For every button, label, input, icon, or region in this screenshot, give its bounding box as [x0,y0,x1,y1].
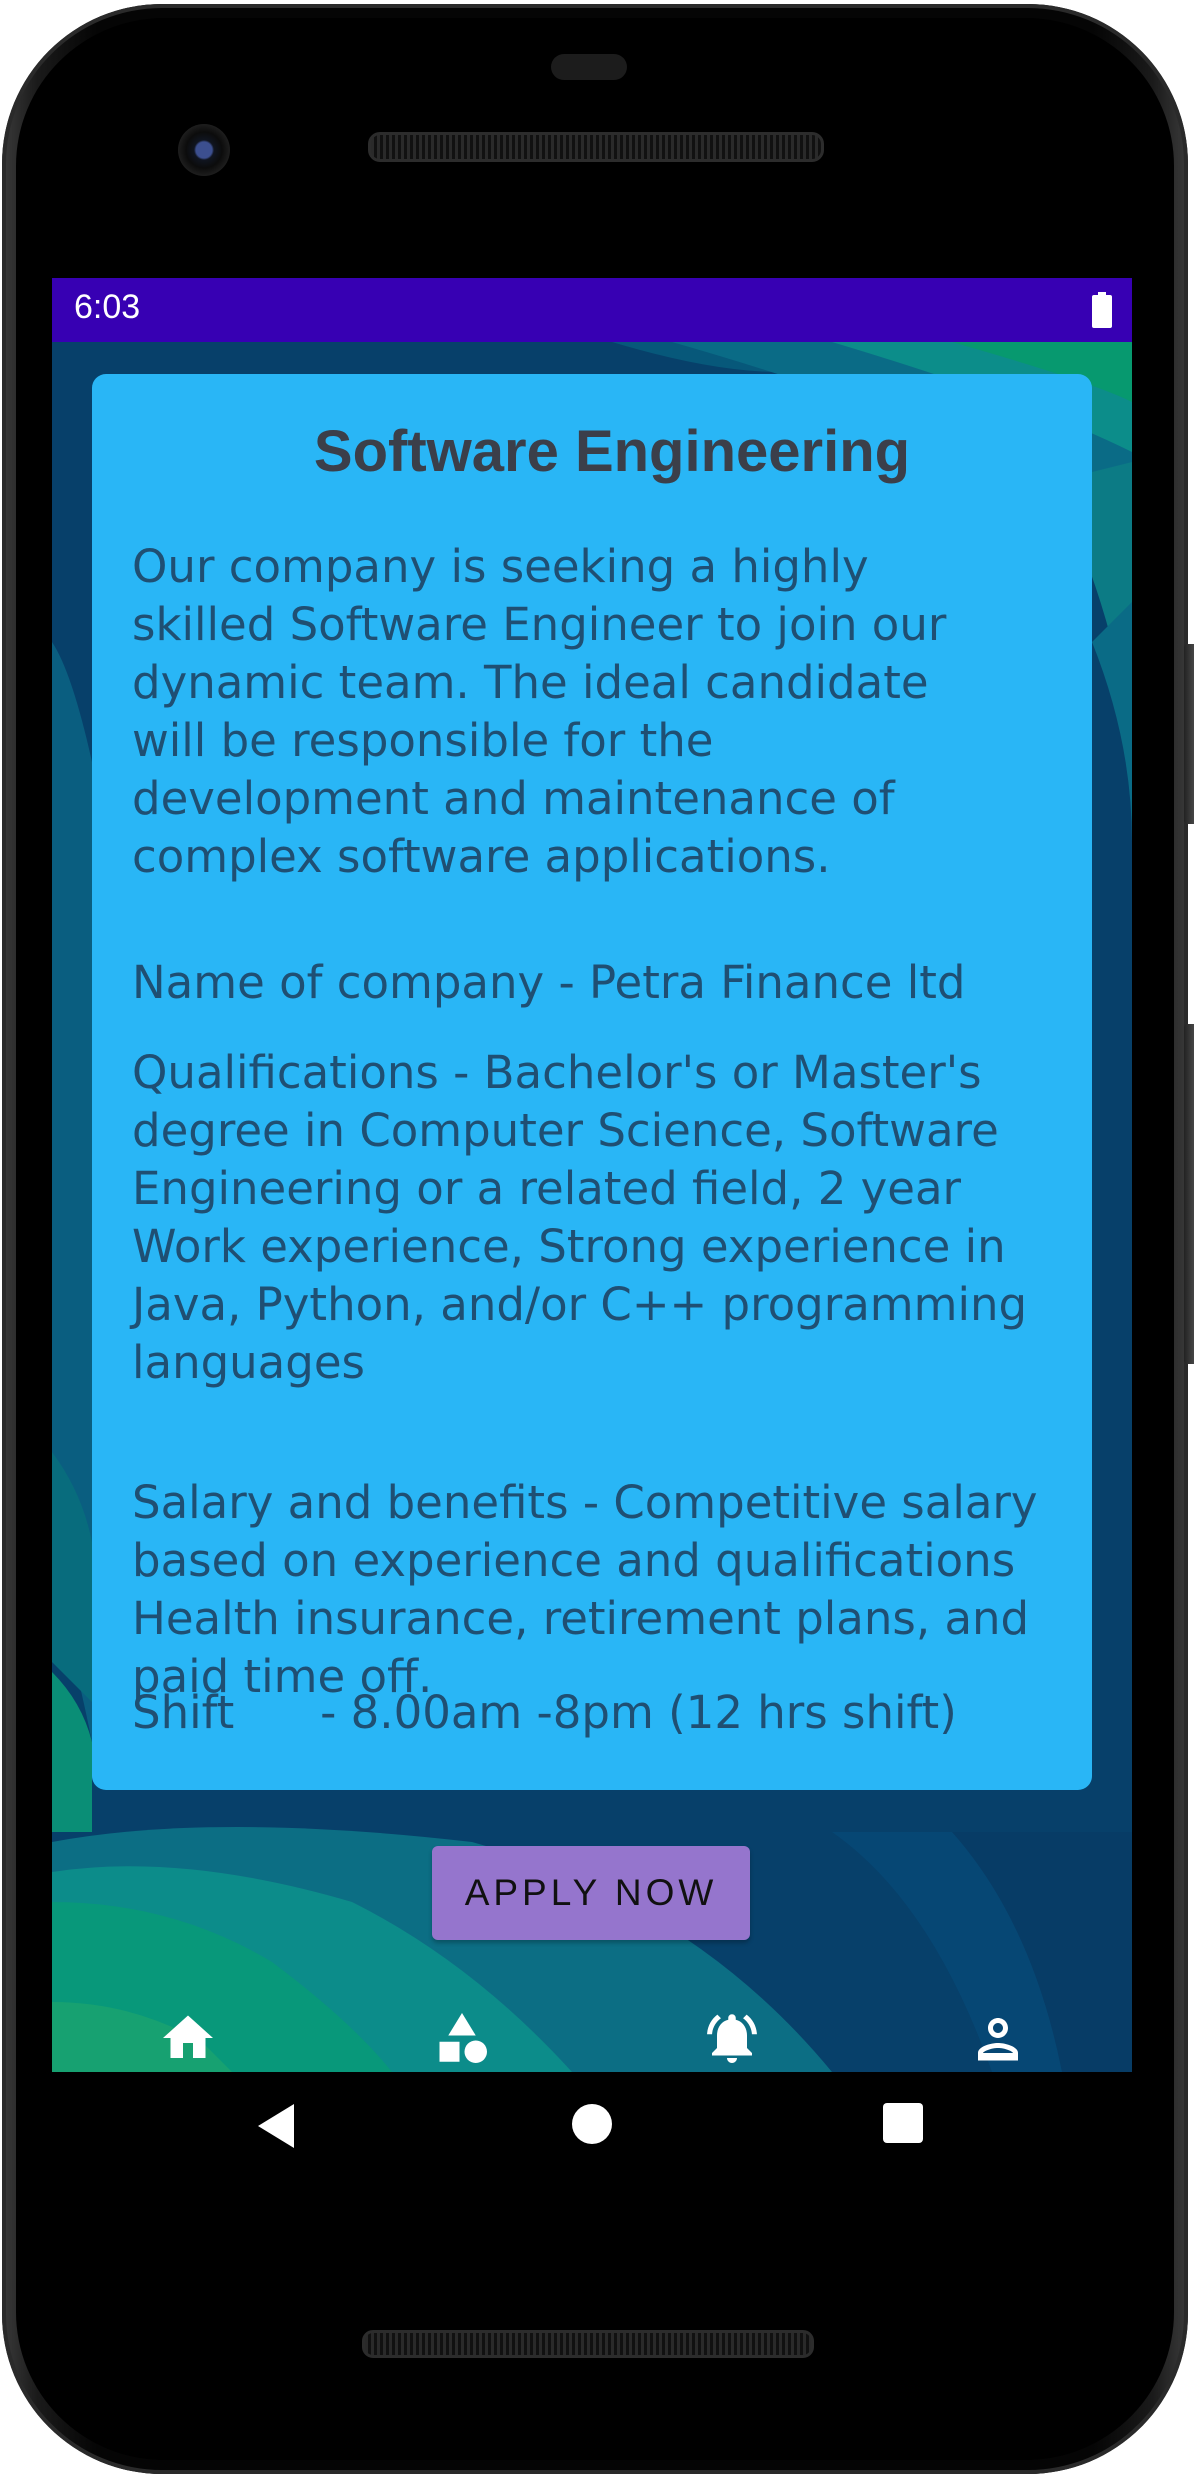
power-button [1184,644,1194,824]
bottom-navigation [52,1994,1132,2072]
job-title: Software Engineering [313,419,911,484]
nav-notifications[interactable] [702,2008,762,2068]
company-name: Name of company - Petra Finance ltd [132,956,966,1009]
shapes-icon [439,2013,487,2063]
recents-square-icon[interactable] [882,2102,924,2144]
top-speaker-grille [368,132,824,162]
qualifications: Qualifications - Bachelor's or Master's … [132,1046,1028,1389]
phone-screen: 6:03 Software Engineering Our company is… [52,278,1132,2072]
earpiece [551,54,627,80]
bottom-speaker-grille [362,2330,814,2358]
salary-benefits: Salary and benefits - Competitive salary… [132,1476,1038,1703]
shift-info: Shift - 8.00am -8pm (12 hrs shift) [132,1686,957,1739]
job-description: Our company is seeking a highly skilled … [132,540,947,883]
status-bar: 6:03 [52,278,1132,342]
nav-profile[interactable] [968,2008,1028,2068]
notification-bell-icon [707,2014,757,2063]
system-navigation-bar [52,2072,1132,2202]
status-time: 6:03 [74,288,141,326]
battery-icon [1092,292,1112,328]
profile-icon [978,2018,1018,2061]
apply-now-button[interactable]: APPLY NOW [432,1846,750,1940]
back-triangle-icon[interactable] [256,2102,296,2150]
volume-button [1184,1024,1194,1364]
home-icon [163,2015,213,2058]
nav-categories[interactable] [432,2008,492,2068]
nav-home[interactable] [158,2008,218,2068]
job-details-card: Software Engineering Our company is seek… [92,374,1092,1790]
front-camera [178,124,230,176]
home-circle-icon[interactable] [570,2102,614,2146]
